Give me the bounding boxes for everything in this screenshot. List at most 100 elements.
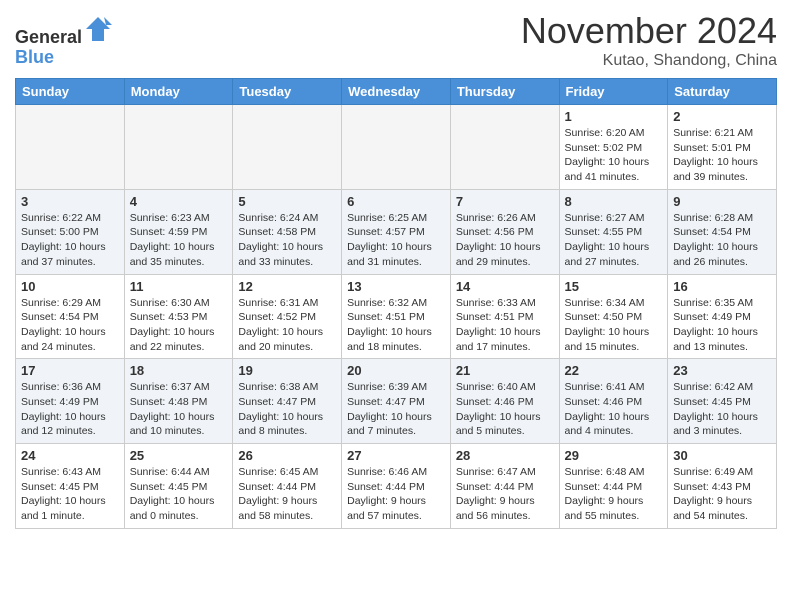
day-info: Sunrise: 6:42 AMSunset: 4:45 PMDaylight:… [673, 380, 771, 439]
day-number: 6 [347, 194, 445, 209]
col-saturday: Saturday [668, 79, 777, 105]
day-info: Sunrise: 6:23 AMSunset: 4:59 PMDaylight:… [130, 211, 228, 270]
day-info: Sunrise: 6:33 AMSunset: 4:51 PMDaylight:… [456, 296, 554, 355]
day-number: 22 [565, 363, 663, 378]
day-number: 25 [130, 448, 228, 463]
main-container: General Blue November 2024 Kutao, Shando… [0, 0, 792, 539]
calendar-week-row: 3 Sunrise: 6:22 AMSunset: 5:00 PMDaylight… [16, 189, 777, 274]
col-tuesday: Tuesday [233, 79, 342, 105]
table-row: 23 Sunrise: 6:42 AMSunset: 4:45 PMDayligh… [668, 359, 777, 444]
day-info: Sunrise: 6:41 AMSunset: 4:46 PMDaylight:… [565, 380, 663, 439]
table-row [233, 105, 342, 190]
table-row: 9Sunrise: 6:28 AMSunset: 4:54 PMDaylight… [668, 189, 777, 274]
table-row: 22 Sunrise: 6:41 AMSunset: 4:46 PMDayligh… [559, 359, 668, 444]
table-row: 26 Sunrise: 6:45 AMSunset: 4:44 PMDayligh… [233, 444, 342, 529]
table-row: 13 Sunrise: 6:32 AMSunset: 4:51 PMDayligh… [342, 274, 451, 359]
day-info: Sunrise: 6:22 AMSunset: 5:00 PMDaylight:… [21, 211, 119, 270]
day-info: Sunrise: 6:25 AMSunset: 4:57 PMDaylight:… [347, 211, 445, 270]
day-info: Sunrise: 6:26 AMSunset: 4:56 PMDaylight:… [456, 211, 554, 270]
day-info: Sunrise: 6:39 AMSunset: 4:47 PMDaylight:… [347, 380, 445, 439]
day-number: 8 [565, 194, 663, 209]
table-row: 14 Sunrise: 6:33 AMSunset: 4:51 PMDayligh… [450, 274, 559, 359]
table-row: 10Sunrise: 6:29 AMSunset: 4:54 PMDayligh… [16, 274, 125, 359]
day-number: 14 [456, 279, 554, 294]
table-row: 18Sunrise: 6:37 AMSunset: 4:48 PMDayligh… [124, 359, 233, 444]
day-info: Sunrise: 6:34 AMSunset: 4:50 PMDaylight:… [565, 296, 663, 355]
day-number: 23 [673, 363, 771, 378]
table-row: 25 Sunrise: 6:44 AMSunset: 4:45 PMDayligh… [124, 444, 233, 529]
table-row: 4 Sunrise: 6:23 AMSunset: 4:59 PMDaylight… [124, 189, 233, 274]
month-title: November 2024 [521, 10, 777, 52]
logo: General Blue [15, 15, 112, 68]
col-friday: Friday [559, 79, 668, 105]
day-number: 30 [673, 448, 771, 463]
day-number: 24 [21, 448, 119, 463]
table-row: 12Sunrise: 6:31 AMSunset: 4:52 PMDayligh… [233, 274, 342, 359]
table-row [450, 105, 559, 190]
day-info: Sunrise: 6:38 AMSunset: 4:47 PMDaylight:… [238, 380, 336, 439]
table-row: 21 Sunrise: 6:40 AMSunset: 4:46 PMDayligh… [450, 359, 559, 444]
table-row: 27 Sunrise: 6:46 AMSunset: 4:44 PMDayligh… [342, 444, 451, 529]
day-number: 26 [238, 448, 336, 463]
day-info: Sunrise: 6:46 AMSunset: 4:44 PMDaylight:… [347, 465, 445, 524]
table-row: 16Sunrise: 6:35 AMSunset: 4:49 PMDayligh… [668, 274, 777, 359]
day-info: Sunrise: 6:45 AMSunset: 4:44 PMDaylight:… [238, 465, 336, 524]
table-row: 24 Sunrise: 6:43 AMSunset: 4:45 PMDayligh… [16, 444, 125, 529]
day-info: Sunrise: 6:24 AMSunset: 4:58 PMDaylight:… [238, 211, 336, 270]
table-row: 11 Sunrise: 6:30 AMSunset: 4:53 PMDayligh… [124, 274, 233, 359]
day-info: Sunrise: 6:30 AMSunset: 4:53 PMDaylight:… [130, 296, 228, 355]
day-number: 13 [347, 279, 445, 294]
table-row: 1Sunrise: 6:20 AMSunset: 5:02 PMDaylight… [559, 105, 668, 190]
logo-icon [84, 15, 112, 43]
table-row: 6 Sunrise: 6:25 AMSunset: 4:57 PMDaylight… [342, 189, 451, 274]
subtitle: Kutao, Shandong, China [521, 52, 777, 70]
day-info: Sunrise: 6:40 AMSunset: 4:46 PMDaylight:… [456, 380, 554, 439]
day-number: 9 [673, 194, 771, 209]
day-info: Sunrise: 6:36 AMSunset: 4:49 PMDaylight:… [21, 380, 119, 439]
table-row: 15 Sunrise: 6:34 AMSunset: 4:50 PMDayligh… [559, 274, 668, 359]
day-number: 3 [21, 194, 119, 209]
header: General Blue November 2024 Kutao, Shando… [15, 10, 777, 70]
col-thursday: Thursday [450, 79, 559, 105]
day-info: Sunrise: 6:32 AMSunset: 4:51 PMDaylight:… [347, 296, 445, 355]
logo-text: General Blue [15, 15, 112, 68]
day-info: Sunrise: 6:20 AMSunset: 5:02 PMDaylight:… [565, 126, 663, 185]
day-info: Sunrise: 6:31 AMSunset: 4:52 PMDaylight:… [238, 296, 336, 355]
day-number: 17 [21, 363, 119, 378]
logo-general: General [15, 27, 82, 47]
day-number: 11 [130, 279, 228, 294]
day-info: Sunrise: 6:27 AMSunset: 4:55 PMDaylight:… [565, 211, 663, 270]
table-row: 2Sunrise: 6:21 AMSunset: 5:01 PMDaylight… [668, 105, 777, 190]
day-number: 29 [565, 448, 663, 463]
day-number: 4 [130, 194, 228, 209]
table-row: 20Sunrise: 6:39 AMSunset: 4:47 PMDayligh… [342, 359, 451, 444]
col-monday: Monday [124, 79, 233, 105]
table-row: 28Sunrise: 6:47 AMSunset: 4:44 PMDayligh… [450, 444, 559, 529]
table-row: 7 Sunrise: 6:26 AMSunset: 4:56 PMDaylight… [450, 189, 559, 274]
table-row: 29Sunrise: 6:48 AMSunset: 4:44 PMDayligh… [559, 444, 668, 529]
title-section: November 2024 Kutao, Shandong, China [521, 10, 777, 70]
day-number: 27 [347, 448, 445, 463]
day-info: Sunrise: 6:44 AMSunset: 4:45 PMDaylight:… [130, 465, 228, 524]
table-row: 17 Sunrise: 6:36 AMSunset: 4:49 PMDayligh… [16, 359, 125, 444]
table-row [124, 105, 233, 190]
day-number: 21 [456, 363, 554, 378]
table-row: 19Sunrise: 6:38 AMSunset: 4:47 PMDayligh… [233, 359, 342, 444]
table-row: 5 Sunrise: 6:24 AMSunset: 4:58 PMDaylight… [233, 189, 342, 274]
calendar-week-row: 10Sunrise: 6:29 AMSunset: 4:54 PMDayligh… [16, 274, 777, 359]
day-number: 5 [238, 194, 336, 209]
day-number: 7 [456, 194, 554, 209]
calendar-table: Sunday Monday Tuesday Wednesday Thursday… [15, 78, 777, 529]
col-wednesday: Wednesday [342, 79, 451, 105]
day-number: 28 [456, 448, 554, 463]
day-info: Sunrise: 6:43 AMSunset: 4:45 PMDaylight:… [21, 465, 119, 524]
calendar-week-row: 24 Sunrise: 6:43 AMSunset: 4:45 PMDayligh… [16, 444, 777, 529]
table-row [342, 105, 451, 190]
calendar-week-row: 17 Sunrise: 6:36 AMSunset: 4:49 PMDayligh… [16, 359, 777, 444]
day-number: 15 [565, 279, 663, 294]
col-sunday: Sunday [16, 79, 125, 105]
day-info: Sunrise: 6:35 AMSunset: 4:49 PMDaylight:… [673, 296, 771, 355]
table-row [16, 105, 125, 190]
day-number: 2 [673, 109, 771, 124]
day-info: Sunrise: 6:37 AMSunset: 4:48 PMDaylight:… [130, 380, 228, 439]
